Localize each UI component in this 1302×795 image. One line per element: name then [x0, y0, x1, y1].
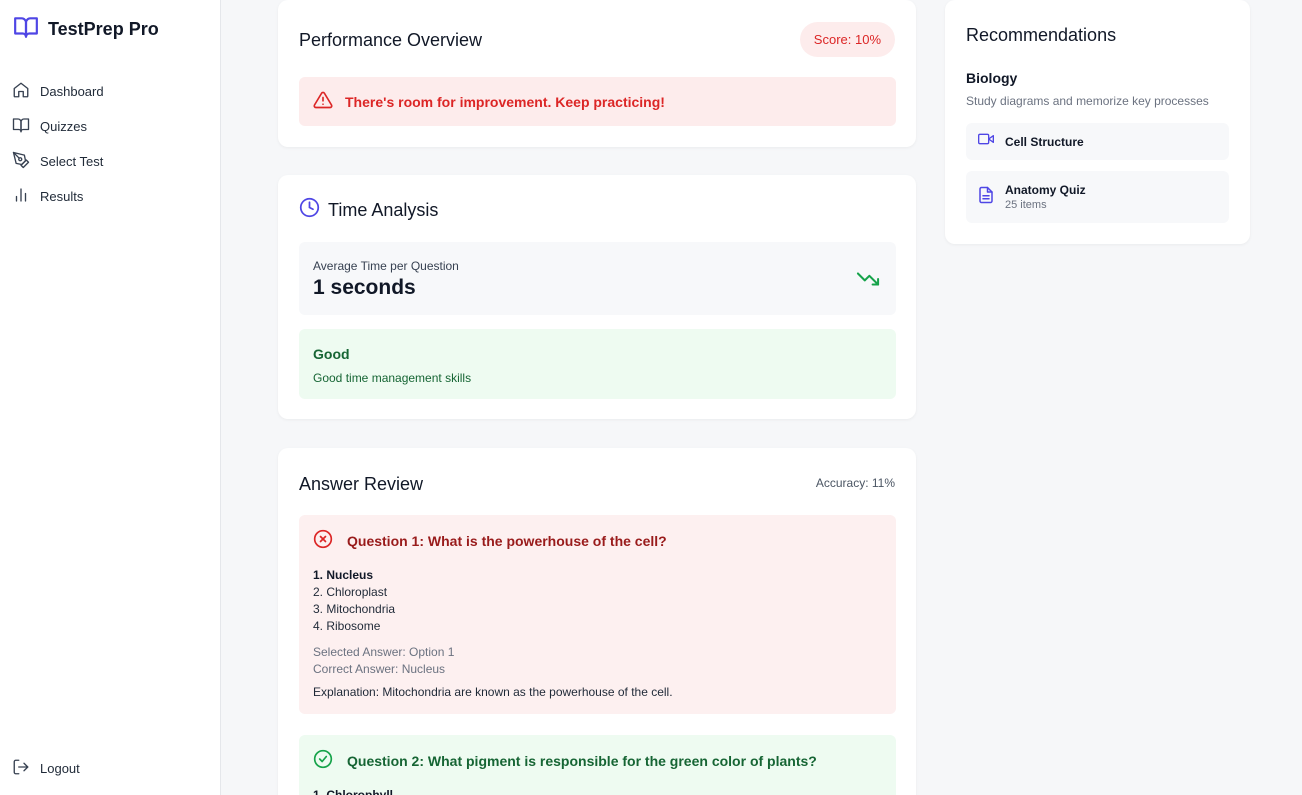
time-analysis-title: Time Analysis	[328, 199, 439, 220]
sidebar-item-label: Select Test	[40, 154, 104, 169]
sidebar: TestPrep Pro Dashboard Quizzes Select Te…	[0, 0, 221, 795]
recommendation-title: Anatomy Quiz	[1005, 183, 1086, 197]
app-title: TestPrep Pro	[48, 19, 159, 39]
logout-button[interactable]: Logout	[12, 758, 80, 779]
recommendation-subject: Biology	[966, 70, 1018, 86]
average-time-value: 1 seconds	[313, 276, 416, 299]
option-list: 1. Chlorophyll	[313, 787, 393, 795]
option-list: 1. Nucleus 2. Chloroplast 3. Mitochondri…	[313, 567, 395, 635]
x-circle-icon	[313, 529, 333, 552]
explanation: Explanation: Mitochondria are known as t…	[313, 685, 673, 699]
time-status-panel: Good Good time management skills	[299, 329, 896, 399]
recommendation-title: Cell Structure	[1005, 134, 1084, 149]
option-item: 1. Chlorophyll	[313, 788, 394, 795]
logout-label: Logout	[40, 761, 80, 776]
sidebar-item-label: Dashboard	[40, 84, 104, 99]
pen-tool-icon	[12, 151, 30, 172]
home-icon	[12, 81, 30, 102]
option-item: 3. Mitochondria	[313, 602, 396, 616]
clock-icon	[299, 197, 320, 223]
sidebar-item-dashboard[interactable]: Dashboard	[12, 74, 212, 109]
alert-text: There's room for improvement. Keep pract…	[345, 93, 665, 110]
recommendation-subject-desc: Study diagrams and memorize key processe…	[966, 94, 1209, 108]
answer-meta: Selected Answer: Option 1 Correct Answer…	[313, 644, 454, 678]
recommendation-item-cell-structure[interactable]: Cell Structure	[966, 123, 1229, 160]
check-circle-icon	[313, 749, 333, 772]
recommendation-item-anatomy-quiz[interactable]: Anatomy Quiz 25 items	[966, 171, 1229, 223]
sidebar-item-quizzes[interactable]: Quizzes	[12, 109, 212, 144]
sidebar-item-results[interactable]: Results	[12, 179, 212, 214]
sidebar-item-label: Quizzes	[40, 119, 87, 134]
correct-answer: Correct Answer: Nucleus	[313, 662, 446, 676]
answer-review-card: Answer Review Accuracy: 11% Question 1: …	[278, 448, 916, 795]
book-icon	[12, 116, 30, 137]
performance-title: Performance Overview	[299, 30, 483, 50]
alert-triangle-icon	[313, 90, 333, 113]
video-icon	[977, 131, 995, 152]
question-title: Question 1: What is the powerhouse of th…	[347, 532, 667, 549]
time-status-desc: Good time management skills	[313, 371, 472, 385]
performance-overview-card: Performance Overview Score: 10% There's …	[278, 0, 916, 147]
average-time-label: Average Time per Question	[313, 259, 459, 273]
question-item: Question 2: What pigment is responsible …	[299, 735, 896, 795]
recommendation-text: Anatomy Quiz 25 items	[1005, 183, 1086, 211]
option-item: 1. Nucleus	[313, 568, 374, 582]
score-badge: Score: 10%	[799, 22, 895, 57]
recommendations-title: Recommendations	[966, 25, 1117, 45]
answer-review-title: Answer Review	[299, 474, 424, 494]
time-analysis-card: Time Analysis Average Time per Question …	[278, 175, 916, 419]
time-status-title: Good	[313, 346, 350, 362]
average-time-panel: Average Time per Question 1 seconds	[299, 242, 896, 315]
brand[interactable]: TestPrep Pro	[12, 14, 159, 45]
book-open-icon	[12, 14, 40, 45]
file-text-icon	[977, 186, 995, 209]
option-item: 4. Ribosome	[313, 619, 381, 633]
sidebar-item-select-test[interactable]: Select Test	[12, 144, 212, 179]
recommendations-card: Recommendations Biology Study diagrams a…	[945, 0, 1250, 244]
trending-down-icon	[854, 268, 882, 295]
option-item: 2. Chloroplast	[313, 585, 388, 599]
sidebar-nav: Dashboard Quizzes Select Test Results	[12, 74, 212, 214]
bar-chart-icon	[12, 186, 30, 207]
selected-answer: Selected Answer: Option 1	[313, 645, 455, 659]
time-analysis-header: Time Analysis	[299, 197, 438, 223]
sidebar-item-label: Results	[40, 189, 84, 204]
question-header: Question 2: What pigment is responsible …	[313, 749, 817, 772]
log-out-icon	[12, 758, 30, 779]
question-item: Question 1: What is the powerhouse of th…	[299, 515, 896, 714]
question-title: Question 2: What pigment is responsible …	[347, 752, 817, 769]
recommendation-sub: 25 items	[1005, 199, 1047, 211]
improvement-alert: There's room for improvement. Keep pract…	[299, 77, 896, 126]
accuracy-label: Accuracy: 11%	[815, 476, 895, 490]
question-header: Question 1: What is the powerhouse of th…	[313, 529, 667, 552]
